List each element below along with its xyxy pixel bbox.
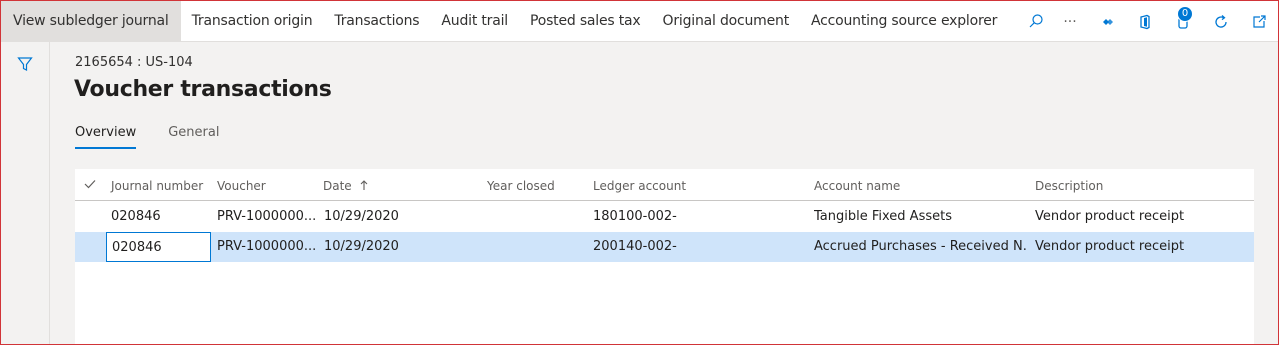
column-header-year-closed[interactable]: Year closed [487,179,555,193]
grid-header: Journal number Voucher Date Year closed … [75,169,1254,201]
sort-ascending-icon [360,180,367,190]
window-frame: View subledger journal Transaction origi… [0,0,1279,345]
cell-date[interactable]: 10/29/2020 [324,209,399,224]
column-header-description[interactable]: Description [1035,179,1103,193]
view-subledger-journal-button[interactable]: View subledger journal [1,1,181,42]
office-icon[interactable] [1133,10,1157,34]
cell-journal-number[interactable]: 020846 [111,209,161,224]
open-in-new-window-icon[interactable] [1247,10,1271,34]
column-header-date-label: Date [323,179,352,193]
cell-description[interactable]: Vendor product receipt [1035,209,1184,224]
power-apps-icon[interactable] [1095,10,1119,34]
column-header-date[interactable]: Date [323,179,368,193]
page-title: Voucher transactions [74,77,332,102]
cell-account-name[interactable]: Accrued Purchases - Received N... [814,239,1028,254]
notifications-icon[interactable]: 0 [1171,5,1195,34]
cell-voucher[interactable]: PRV-1000000... [217,239,317,254]
cell-journal-number[interactable]: 020846 [106,232,211,262]
more-options-icon[interactable]: ··· [1059,10,1081,34]
cell-voucher[interactable]: PRV-1000000... [217,209,317,224]
cell-ledger-account[interactable]: 180100-002- [593,209,677,224]
column-header-account-name[interactable]: Account name [814,179,900,193]
table-row[interactable]: 020846 PRV-1000000... 10/29/2020 180100-… [75,202,1254,232]
filter-icon[interactable] [13,52,37,76]
action-bar: View subledger journal Transaction origi… [1,1,1278,42]
audit-trail-button[interactable]: Audit trail [430,1,519,42]
filter-pane-rail [1,42,50,344]
refresh-icon[interactable] [1209,10,1233,34]
record-caption: 2165654 : US-104 [75,55,193,70]
posted-sales-tax-button[interactable]: Posted sales tax [519,1,652,42]
transaction-origin-button[interactable]: Transaction origin [181,1,324,42]
original-document-button[interactable]: Original document [652,1,800,42]
transactions-button[interactable]: Transactions [323,1,430,42]
cell-description[interactable]: Vendor product receipt [1035,239,1184,254]
select-all-checkmark-icon[interactable] [83,177,97,194]
column-header-voucher[interactable]: Voucher [217,179,266,193]
tab-overview[interactable]: Overview [75,125,137,149]
cell-ledger-account[interactable]: 200140-002- [593,239,677,254]
notification-count-badge: 0 [1177,5,1193,22]
tab-general[interactable]: General [168,125,219,149]
tab-strip: Overview General [75,125,251,149]
cell-account-name[interactable]: Tangible Fixed Assets [814,209,1028,224]
action-bar-right-group: ··· 0 [1052,1,1278,42]
voucher-transactions-grid: Journal number Voucher Date Year closed … [75,169,1254,344]
column-header-ledger-account[interactable]: Ledger account [593,179,686,193]
column-header-journal-number[interactable]: Journal number [111,179,203,193]
search-icon[interactable] [1024,9,1048,33]
accounting-source-explorer-button[interactable]: Accounting source explorer [800,1,1008,42]
cell-date[interactable]: 10/29/2020 [324,239,399,254]
table-row[interactable]: 020846 PRV-1000000... 10/29/2020 200140-… [75,232,1254,262]
